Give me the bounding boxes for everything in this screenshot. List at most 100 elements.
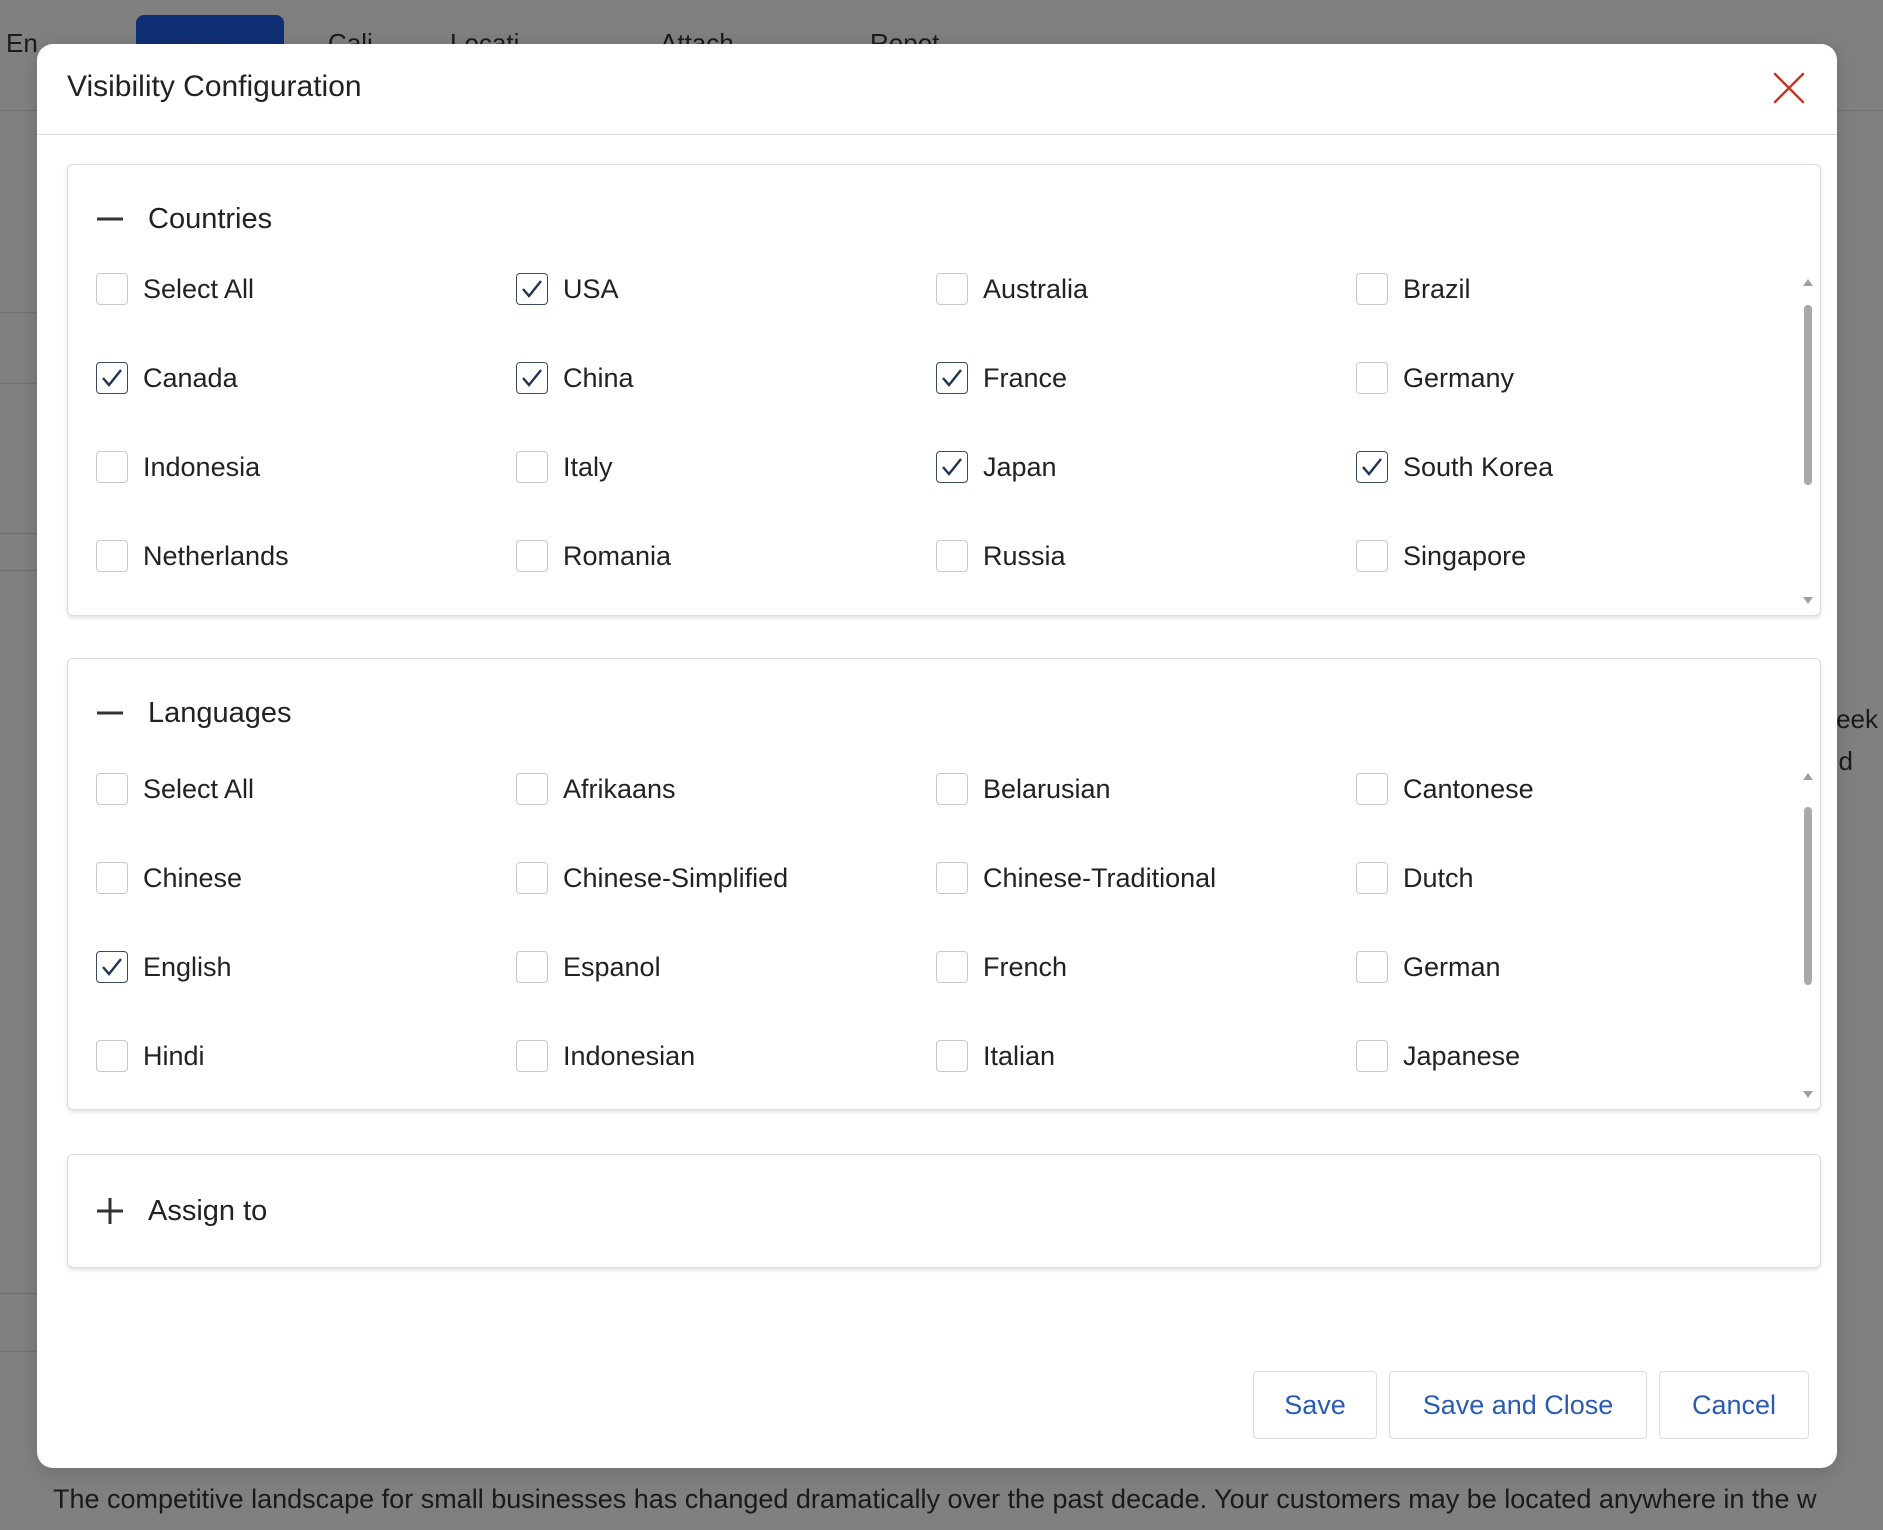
countries-option-select-all[interactable]: Select All [96, 273, 254, 305]
countries-option-china[interactable]: China [516, 362, 634, 394]
countries-scrollbar[interactable] [1801, 279, 1815, 604]
countries-option-south-korea[interactable]: South Korea [1356, 451, 1553, 483]
countries-checkbox-usa[interactable] [516, 273, 548, 305]
countries-checkbox-south-korea[interactable] [1356, 451, 1388, 483]
checkmark-icon [942, 369, 962, 387]
close-button[interactable] [1769, 68, 1809, 108]
countries-title: Countries [148, 202, 273, 235]
countries-option-germany[interactable]: Germany [1356, 362, 1514, 394]
languages-option-french[interactable]: French [936, 951, 1067, 983]
countries-checkbox-singapore[interactable] [1356, 540, 1388, 572]
languages-option-espanol[interactable]: Espanol [516, 951, 661, 983]
languages-checkbox-indonesian[interactable] [516, 1040, 548, 1072]
countries-option-label: Italy [563, 451, 613, 482]
languages-checkbox-cantonese[interactable] [1356, 773, 1388, 805]
languages-checkbox-chinese[interactable] [96, 862, 128, 894]
languages-option-chinese-traditional[interactable]: Chinese-Traditional [936, 862, 1216, 894]
countries-option-label: Canada [143, 362, 238, 393]
languages-option-label: Select All [143, 773, 255, 804]
languages-checkbox-german[interactable] [1356, 951, 1388, 983]
languages-option-select-all[interactable]: Select All [96, 773, 254, 805]
scroll-down-icon[interactable] [1803, 1091, 1813, 1098]
languages-checkbox-chinese-simplified[interactable] [516, 862, 548, 894]
languages-option-chinese-simplified[interactable]: Chinese-Simplified [516, 862, 788, 894]
languages-checkbox-italian[interactable] [936, 1040, 968, 1072]
checkmark-icon [1362, 458, 1382, 476]
countries-option-label: Australia [983, 273, 1089, 304]
assign-to-panel-header[interactable]: Assign to [96, 1191, 267, 1231]
languages-option-chinese[interactable]: Chinese [96, 862, 242, 894]
languages-checkbox-chinese-traditional[interactable] [936, 862, 968, 894]
cancel-button[interactable]: Cancel [1659, 1371, 1809, 1439]
languages-option-english[interactable]: English [96, 951, 232, 983]
languages-option-cantonese[interactable]: Cantonese [1356, 773, 1534, 805]
countries-option-russia[interactable]: Russia [936, 540, 1066, 572]
languages-option-label: Espanol [563, 951, 661, 982]
countries-checkbox-romania[interactable] [516, 540, 548, 572]
countries-checkbox-brazil[interactable] [1356, 273, 1388, 305]
save-and-close-button[interactable]: Save and Close [1389, 1371, 1647, 1439]
checkmark-icon [522, 369, 542, 387]
countries-checkbox-france[interactable] [936, 362, 968, 394]
languages-checkbox-belarusian[interactable] [936, 773, 968, 805]
languages-option-label: Belarusian [983, 773, 1111, 804]
countries-option-france[interactable]: France [936, 362, 1067, 394]
countries-checkbox-select-all[interactable] [96, 273, 128, 305]
save-button[interactable]: Save [1253, 1371, 1377, 1439]
countries-option-netherlands[interactable]: Netherlands [96, 540, 289, 572]
countries-option-romania[interactable]: Romania [516, 540, 671, 572]
scrollbar-thumb[interactable] [1804, 807, 1812, 985]
scroll-up-icon[interactable] [1803, 773, 1813, 780]
countries-checkbox-netherlands[interactable] [96, 540, 128, 572]
languages-checkbox-japanese[interactable] [1356, 1040, 1388, 1072]
languages-option-indonesian[interactable]: Indonesian [516, 1040, 695, 1072]
countries-checkbox-japan[interactable] [936, 451, 968, 483]
countries-option-australia[interactable]: Australia [936, 273, 1088, 305]
languages-option-belarusian[interactable]: Belarusian [936, 773, 1111, 805]
scrollbar-thumb[interactable] [1804, 305, 1812, 485]
countries-option-italy[interactable]: Italy [516, 451, 613, 483]
countries-checkbox-indonesia[interactable] [96, 451, 128, 483]
languages-scrollbar[interactable] [1801, 773, 1815, 1098]
checkmark-icon [522, 280, 542, 298]
countries-option-singapore[interactable]: Singapore [1356, 540, 1526, 572]
languages-option-japanese[interactable]: Japanese [1356, 1040, 1520, 1072]
countries-checkbox-germany[interactable] [1356, 362, 1388, 394]
countries-option-label: Romania [563, 540, 672, 571]
languages-checkbox-hindi[interactable] [96, 1040, 128, 1072]
languages-option-german[interactable]: German [1356, 951, 1501, 983]
countries-checkbox-china[interactable] [516, 362, 548, 394]
languages-checkbox-french[interactable] [936, 951, 968, 983]
countries-checkbox-canada[interactable] [96, 362, 128, 394]
languages-checkbox-espanol[interactable] [516, 951, 548, 983]
countries-option-brazil[interactable]: Brazil [1356, 273, 1471, 305]
countries-option-label: Japan [983, 451, 1057, 482]
languages-option-italian[interactable]: Italian [936, 1040, 1055, 1072]
languages-option-dutch[interactable]: Dutch [1356, 862, 1474, 894]
countries-option-label: South Korea [1403, 451, 1554, 482]
countries-option-label: Singapore [1403, 540, 1527, 571]
languages-checkbox-dutch[interactable] [1356, 862, 1388, 894]
languages-option-label: Afrikaans [563, 773, 676, 804]
scroll-down-icon[interactable] [1803, 597, 1813, 604]
checkmark-icon [102, 958, 122, 976]
countries-checkbox-russia[interactable] [936, 540, 968, 572]
languages-checkbox-afrikaans[interactable] [516, 773, 548, 805]
countries-option-usa[interactable]: USA [516, 273, 619, 305]
languages-panel-header[interactable]: Languages [96, 693, 292, 733]
plus-icon [97, 1198, 123, 1224]
countries-checkbox-australia[interactable] [936, 273, 968, 305]
languages-option-label: French [983, 951, 1068, 982]
countries-option-indonesia[interactable]: Indonesia [96, 451, 260, 483]
languages-option-label: English [143, 951, 232, 982]
languages-option-afrikaans[interactable]: Afrikaans [516, 773, 676, 805]
countries-option-japan[interactable]: Japan [936, 451, 1057, 483]
countries-checkbox-italy[interactable] [516, 451, 548, 483]
scroll-up-icon[interactable] [1803, 279, 1813, 286]
countries-option-canada[interactable]: Canada [96, 362, 238, 394]
languages-option-hindi[interactable]: Hindi [96, 1040, 205, 1072]
languages-option-label: Italian [983, 1040, 1056, 1071]
languages-checkbox-select-all[interactable] [96, 773, 128, 805]
languages-checkbox-english[interactable] [96, 951, 128, 983]
countries-panel-header[interactable]: Countries [96, 199, 272, 239]
